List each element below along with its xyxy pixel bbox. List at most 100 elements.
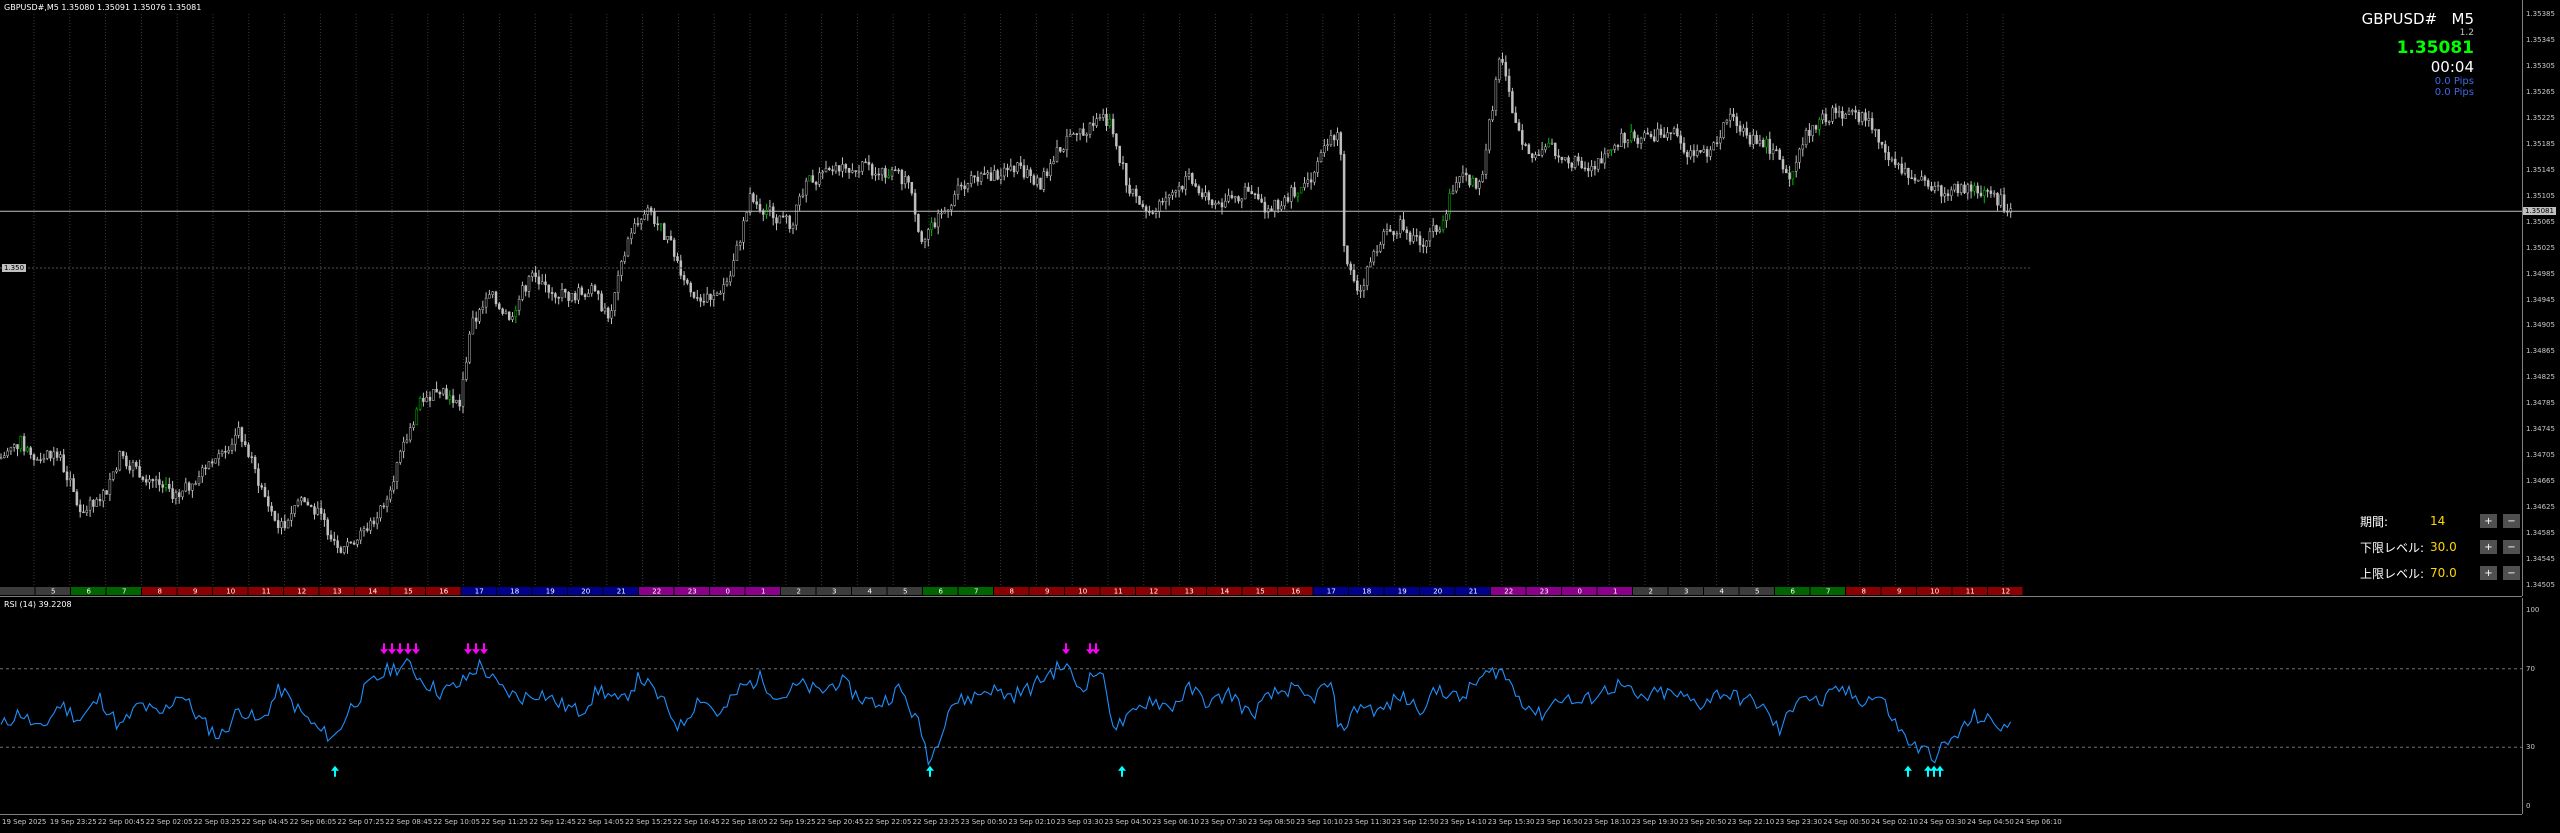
lower-plus-button[interactable]: + [2480, 540, 2497, 554]
candle-body [864, 161, 867, 164]
candle-body [1105, 113, 1108, 126]
candle-body [1639, 137, 1643, 144]
candle-body [1524, 144, 1527, 146]
candle-body [1458, 176, 1461, 183]
candle-body [1425, 240, 1428, 247]
price-chart-pane[interactable]: 5 6 7 8 9 10 11 12 13 14 15 16 17 18 19 20 21 22 23 0 1 2 3 4 5 6… [0, 0, 2522, 597]
candle-body [1035, 177, 1039, 185]
candle-body [861, 161, 864, 172]
candle-body [141, 476, 145, 480]
candle-body [1725, 119, 1729, 123]
candle-body [1824, 113, 1828, 123]
time-tick-label: 22 Sep 22:05 [864, 818, 912, 826]
candle-body [960, 184, 963, 187]
time-tick-label: 22 Sep 00:45 [97, 818, 145, 826]
candle-body [168, 483, 171, 489]
candle-body [1068, 134, 1072, 137]
candle-body [1768, 138, 1772, 154]
session-band-label: 9 [193, 588, 197, 596]
session-band-label: 4 [868, 588, 873, 596]
candle-body [1521, 130, 1524, 145]
candle-body [672, 239, 676, 257]
candle-body [1755, 134, 1758, 144]
candle-body [1494, 79, 1498, 111]
upper-minus-button[interactable]: − [2503, 566, 2520, 580]
candle-body [154, 479, 158, 482]
session-band-label: 11 [262, 588, 271, 596]
candle-body [1303, 183, 1306, 188]
candle-body [1194, 183, 1197, 187]
candle-body [659, 223, 663, 226]
time-tick-label: 23 Sep 03:30 [1056, 818, 1104, 826]
candle-body [339, 547, 343, 553]
candle-body [699, 297, 702, 302]
candle-body [521, 285, 524, 300]
candle-body [841, 164, 844, 172]
sell-arrow-icon [412, 643, 420, 655]
spread-label: 1.2 [2459, 28, 2474, 38]
candle-body [1864, 112, 1867, 121]
time-tick-label: 23 Sep 16:50 [1535, 818, 1583, 826]
candle-body [448, 395, 452, 400]
candle-body [1441, 220, 1445, 231]
candle-body [1138, 195, 1141, 205]
candle-body [808, 175, 811, 182]
candle-body [474, 317, 478, 322]
candle-body [1530, 153, 1534, 159]
period-minus-button[interactable]: − [2503, 514, 2520, 528]
candle-body [1649, 133, 1653, 137]
candle-body [1903, 167, 1907, 174]
current-price-tag: 1.35081 [2523, 207, 2556, 216]
candle-body [1230, 195, 1234, 199]
candle-body [458, 399, 461, 407]
candle-body [1385, 229, 1389, 232]
time-axis[interactable]: 19 Sep 2025 19 Sep 23:25 22 Sep 00:45 22 Se… [0, 814, 2522, 833]
candle-body [1488, 119, 1491, 151]
candle-body [504, 311, 508, 314]
candle-body [613, 292, 617, 311]
session-band-label: 7 [974, 588, 978, 596]
rsi-axis[interactable]: 100 70 30 0 [2522, 598, 2560, 814]
candle-body [1728, 113, 1732, 121]
price-axis[interactable]: 1.35385 1.35345 1.35305 1.35265 1.35225 1.351… [2522, 0, 2560, 596]
sell-arrow-icon [464, 643, 472, 655]
lower-minus-button[interactable]: − [2503, 540, 2520, 554]
candle-body [1715, 142, 1719, 144]
candle-body [1128, 184, 1131, 194]
candle-body [1118, 145, 1121, 163]
candle-body [177, 492, 181, 498]
candle-body [276, 520, 280, 528]
candle-body [1339, 132, 1343, 155]
candle-body [989, 172, 993, 181]
candle-body [818, 172, 821, 185]
candle-body [1999, 194, 2003, 206]
period-plus-button[interactable]: + [2480, 514, 2497, 528]
candle-body [1738, 125, 1742, 132]
candle-body [1771, 149, 1775, 154]
buy-arrow-icon [1924, 765, 1932, 777]
candle-body [399, 451, 402, 463]
candle-body [1659, 128, 1663, 136]
candle-body [1210, 199, 1214, 206]
time-tick-label: 24 Sep 02:10 [1871, 818, 1918, 826]
candle-body [359, 530, 362, 541]
period-label: 期間: [2360, 514, 2389, 529]
candle-body [1847, 110, 1851, 115]
candle-body [1392, 231, 1395, 236]
candle-body [940, 212, 943, 215]
buy-arrow-icon [926, 765, 934, 777]
rsi-pane[interactable]: RSI (14) 39.2208 [0, 598, 2522, 815]
candle-body [260, 485, 263, 488]
candle-body [1534, 154, 1537, 159]
candle-body [1742, 127, 1745, 132]
candle-body [1540, 149, 1544, 156]
candle-body [557, 297, 560, 299]
candle-body [78, 504, 82, 513]
price-tick-label: 1.35385 [2526, 10, 2555, 18]
candle-body [1121, 162, 1125, 164]
candle-body [778, 215, 782, 224]
candle-body [1880, 141, 1884, 145]
candle-body [781, 215, 785, 218]
candle-body [1827, 121, 1831, 123]
upper-plus-button[interactable]: + [2480, 566, 2497, 580]
